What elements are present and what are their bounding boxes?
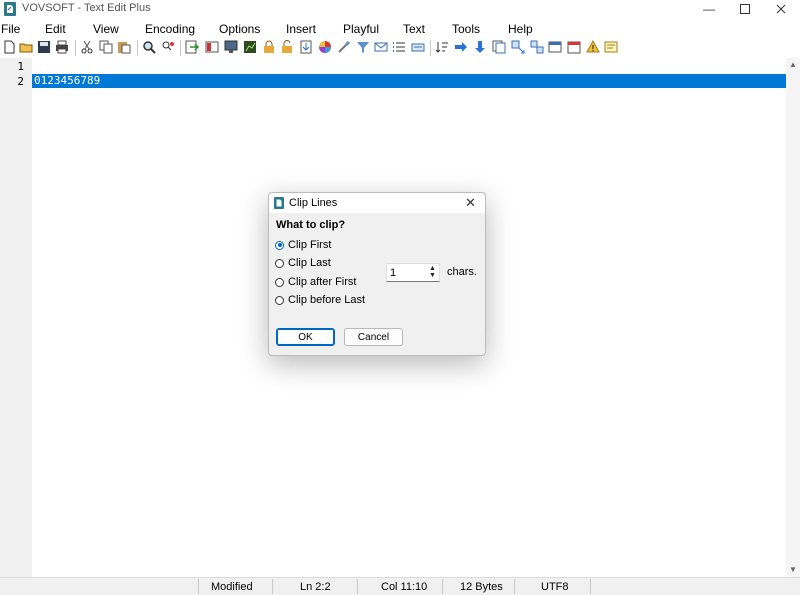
menu-insert[interactable]: Insert (286, 22, 316, 36)
close-icon[interactable] (763, 0, 799, 18)
lock-icon[interactable] (262, 40, 276, 54)
window-icon[interactable] (548, 40, 562, 54)
arrow-right-icon[interactable] (454, 40, 468, 54)
menu-file[interactable]: File (1, 22, 20, 36)
book-icon[interactable] (205, 40, 219, 54)
copy-icon[interactable] (99, 40, 113, 54)
line-number-gutter: 1 2 (0, 58, 32, 577)
ok-button[interactable]: OK (276, 328, 335, 346)
new-file-icon[interactable] (2, 40, 16, 54)
radio-button[interactable] (275, 277, 284, 287)
radio-label[interactable]: Clip before Last (288, 294, 365, 306)
brush-icon[interactable] (337, 40, 351, 54)
export-icon[interactable] (299, 40, 313, 54)
dialog-titlebar[interactable]: Clip Lines ✕ (269, 193, 485, 213)
spin-down-icon[interactable]: ▼ (429, 272, 436, 279)
filter-icon[interactable] (356, 40, 370, 54)
print-icon[interactable] (55, 40, 69, 54)
radio-clip-after-first[interactable]: Clip after First (275, 275, 356, 289)
sort-icon[interactable] (435, 40, 449, 54)
status-modified: Modified (211, 581, 253, 593)
list-icon[interactable] (392, 40, 406, 54)
radio-button[interactable] (275, 295, 284, 305)
radio-button[interactable] (275, 258, 284, 268)
menu-view[interactable]: View (93, 22, 119, 36)
scroll-down-icon[interactable]: ▼ (789, 565, 797, 574)
radio-clip-last[interactable]: Clip Last (275, 256, 331, 270)
status-column: Col 11:10 (381, 581, 428, 593)
radio-label[interactable]: Clip Last (288, 257, 331, 269)
calendar-icon[interactable] (567, 40, 581, 54)
note-icon[interactable] (604, 40, 618, 54)
selected-line[interactable]: 0123456789 (32, 74, 786, 88)
app-logo-icon (4, 2, 16, 16)
clip-lines-dialog: Clip Lines ✕ What to clip? Clip First Cl… (268, 192, 486, 356)
app-logo-icon (274, 197, 284, 209)
menu-help[interactable]: Help (508, 22, 533, 36)
spin-up-icon[interactable]: ▲ (429, 265, 436, 272)
radio-clip-before-last[interactable]: Clip before Last (275, 293, 365, 307)
line-number: 1 (17, 60, 24, 73)
menu-tools[interactable]: Tools (452, 22, 480, 36)
menu-playful[interactable]: Playful (343, 22, 379, 36)
clip-question-label: What to clip? (276, 219, 346, 231)
window-title: VOVSOFT - Text Edit Plus (22, 2, 151, 14)
dialog-title: Clip Lines (289, 197, 338, 209)
maximize-icon[interactable] (727, 0, 763, 18)
arrow-down-icon[interactable] (473, 40, 487, 54)
close-icon[interactable]: ✕ (465, 195, 476, 211)
paste-icon[interactable] (117, 40, 131, 54)
goto-icon[interactable] (185, 40, 199, 54)
status-encoding: UTF8 (541, 581, 569, 593)
save-icon[interactable] (37, 40, 51, 54)
unlock-icon[interactable] (280, 40, 294, 54)
chars-count-value[interactable]: 1 (390, 267, 396, 279)
window-titlebar[interactable]: VOVSOFT - Text Edit Plus — (0, 0, 800, 18)
menu-edit[interactable]: Edit (45, 22, 66, 36)
chart-icon[interactable] (243, 40, 257, 54)
cancel-button[interactable]: Cancel (344, 328, 403, 346)
document-icon[interactable] (492, 40, 506, 54)
radio-label[interactable]: Clip after First (288, 276, 356, 288)
find-icon[interactable] (142, 40, 156, 54)
menu-encoding[interactable]: Encoding (145, 22, 195, 36)
mail-icon[interactable] (374, 40, 388, 54)
replace-icon[interactable] (161, 40, 175, 54)
minimize-icon[interactable]: — (691, 0, 727, 18)
status-size: 12 Bytes (460, 581, 503, 593)
radio-clip-first[interactable]: Clip First (275, 238, 331, 252)
scroll-up-icon[interactable]: ▲ (789, 60, 797, 69)
open-folder-icon[interactable] (19, 40, 33, 54)
status-bar: Modified Ln 2:2 Col 11:10 12 Bytes UTF8 (0, 577, 800, 595)
menu-bar: File Edit View Encoding Options Insert P… (0, 20, 800, 38)
menu-options[interactable]: Options (219, 22, 260, 36)
status-line: Ln 2:2 (300, 581, 331, 593)
chars-count-stepper[interactable]: 1 ▲ ▼ (386, 263, 440, 282)
keyboard-icon[interactable] (411, 40, 425, 54)
chars-unit-label: chars. (447, 266, 477, 278)
toolbar (0, 38, 800, 59)
line-number: 2 (17, 75, 24, 88)
radio-button[interactable] (275, 240, 284, 250)
monitor-icon[interactable] (224, 40, 238, 54)
cut-icon[interactable] (80, 40, 94, 54)
editor-line-text: 0123456789 (34, 74, 101, 87)
swap-icon[interactable] (511, 40, 525, 54)
radio-label[interactable]: Clip First (288, 239, 331, 251)
vertical-scrollbar[interactable]: ▲ ▼ (786, 58, 800, 577)
warning-icon[interactable] (586, 40, 600, 54)
shuffle-icon[interactable] (530, 40, 544, 54)
color-wheel-icon[interactable] (318, 40, 332, 54)
menu-text[interactable]: Text (403, 22, 425, 36)
